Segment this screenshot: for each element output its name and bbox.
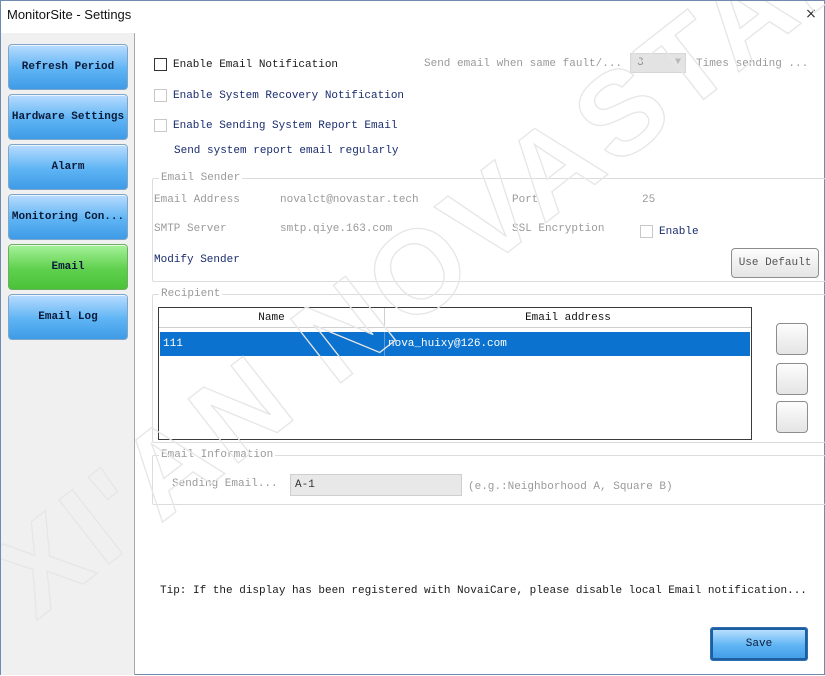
sending-email-hint: (e.g.:Neighborhood A, Square B) [468,481,673,493]
sidebar-item-hardware-settings[interactable]: Hardware Settings [8,94,128,140]
table-header: Name Email address [159,308,751,328]
email-sender-group: Email Sender [152,171,825,282]
ssl-enable-checkbox[interactable]: Enable [640,225,699,238]
times-sending-label: Times sending ... [696,58,809,70]
title-bar: MonitorSite - Settings × [1,1,824,29]
email-address-label: Email Address [154,194,240,206]
enable-system-recovery-checkbox[interactable]: Enable System Recovery Notification [154,89,404,102]
email-settings-panel: Enable Email Notification Send email whe… [142,41,825,671]
ssl-enable-label: Enable [659,225,699,238]
delete-recipient-button[interactable] [776,401,808,433]
enable-system-recovery-label: Enable System Recovery Notification [173,89,405,102]
sidebar-item-refresh-period[interactable]: Refresh Period [8,44,128,90]
recipient-table: Name Email address 111 nova_huixy@126.co… [158,307,752,440]
sidebar-item-monitoring-con[interactable]: Monitoring Con... [8,194,128,240]
sidebar-item-email-log[interactable]: Email Log [8,294,128,340]
settings-window: MonitorSite - Settings × Refresh Period … [0,0,825,675]
chevron-down-icon: ▼ [674,57,681,68]
ssl-encryption-label: SSL Encryption [512,223,605,235]
enable-system-report-checkbox[interactable]: Enable Sending System Report Email [154,119,397,132]
sidebar-item-alarm[interactable]: Alarm [8,144,128,190]
recipient-name-cell: 111 [160,332,385,356]
edit-recipient-button[interactable] [776,363,808,395]
checkbox-box[interactable] [154,119,167,132]
times-value: 3 [637,57,644,69]
enable-system-report-label: Enable Sending System Report Email [173,119,398,132]
column-header-email: Email address [525,312,611,324]
email-address-value: novalct@novastar.tech [280,194,419,206]
tip-text: Tip: If the display has been registered … [160,585,807,597]
port-label: Port [512,194,539,206]
enable-email-notification-label: Enable Email Notification [173,58,339,71]
checkbox-box[interactable] [154,89,167,102]
column-header-name: Name [159,308,385,327]
email-information-legend: Email Information [159,448,276,462]
sidebar-item-email[interactable]: Email [8,244,128,290]
save-button[interactable]: Save [710,627,808,661]
times-select[interactable]: 3 ▼ [630,53,686,73]
port-value: 25 [642,194,656,206]
sending-email-input[interactable]: A-1 [290,474,462,496]
email-sender-legend: Email Sender [159,171,243,185]
same-fault-label: Send email when same fault/... [424,58,623,70]
sidebar: Refresh Period Hardware Settings Alarm M… [1,33,135,675]
checkbox-box[interactable] [154,58,167,71]
add-recipient-button[interactable] [776,323,808,355]
sending-email-label: Sending Email... [172,478,278,490]
checkbox-box[interactable] [640,225,653,238]
window-title: MonitorSite - Settings [7,7,132,22]
enable-email-notification-checkbox[interactable]: Enable Email Notification [154,58,338,71]
recipient-email-cell: nova_huixy@126.com [388,338,507,350]
send-report-regularly-label: Send system report email regularly [174,145,399,157]
table-row[interactable]: 111 nova_huixy@126.com [160,332,750,356]
modify-sender-link[interactable]: Modify Sender [154,254,240,266]
recipient-legend: Recipient [159,287,223,301]
smtp-server-label: SMTP Server [154,223,227,235]
smtp-server-value: smtp.qiye.163.com [280,223,393,235]
close-icon[interactable]: × [802,5,820,23]
use-default-button[interactable]: Use Default [731,248,819,278]
